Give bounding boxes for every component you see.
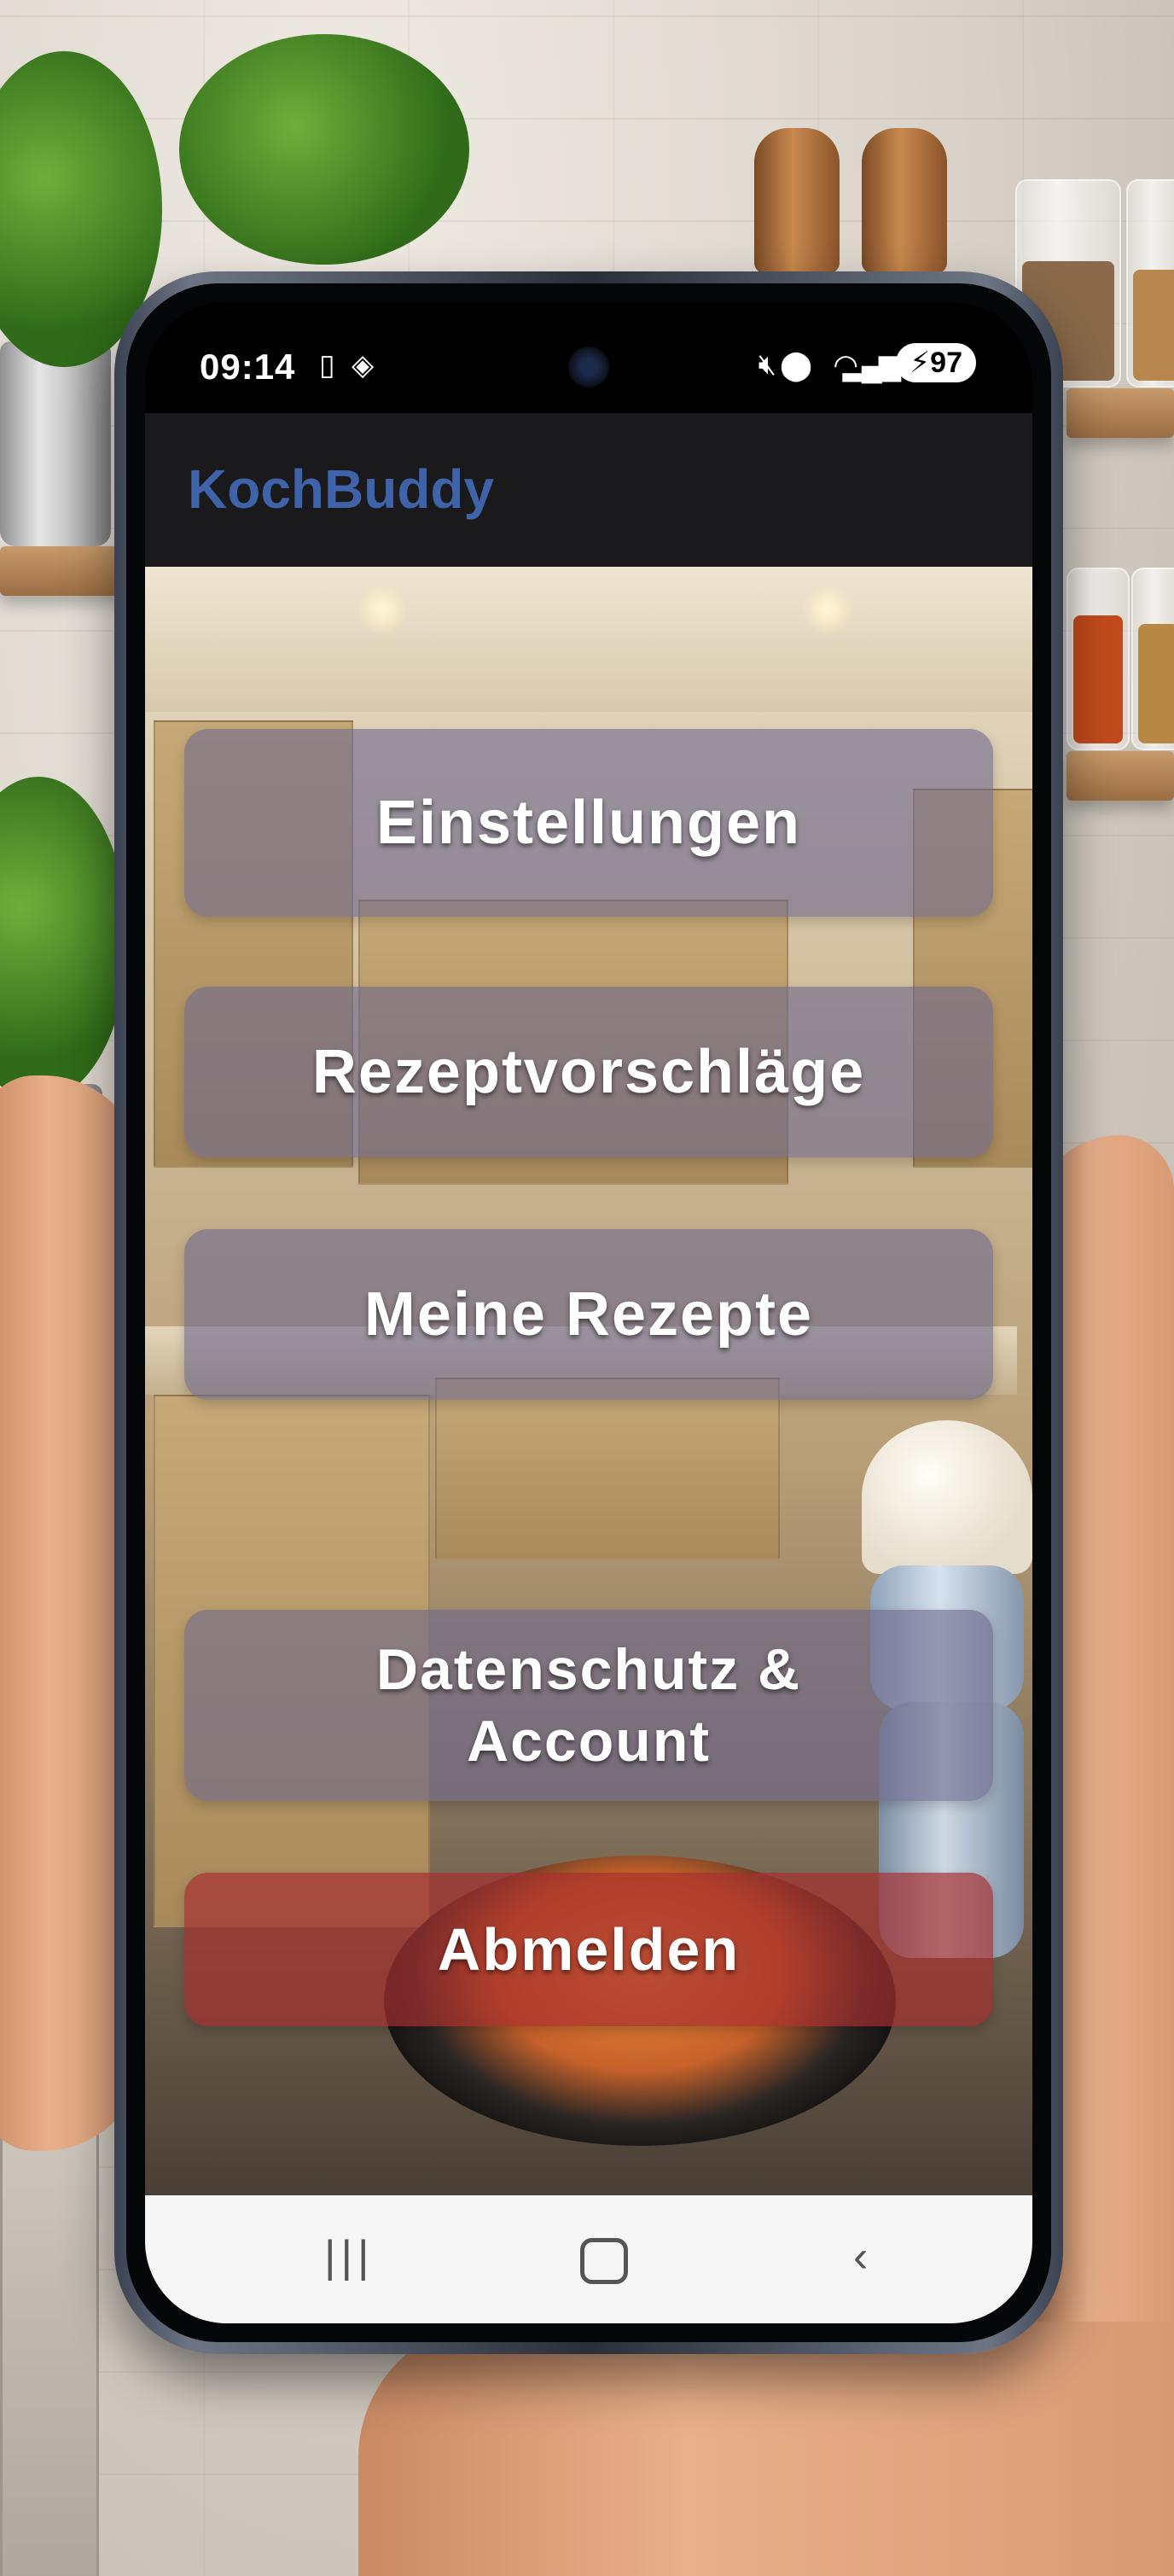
logout-button-label: Abmelden [437, 1916, 741, 1983]
pepper-mill [754, 128, 840, 273]
ceiling-light [357, 584, 408, 635]
recent-apps-icon[interactable]: ||| [324, 2231, 375, 2282]
logout-button[interactable]: Abmelden [184, 1873, 993, 2026]
spice-jar [1131, 568, 1174, 750]
spice-jar [1126, 179, 1174, 388]
mute-icon: 🔇︎ [758, 348, 776, 381]
nfc-icon: ◈ [352, 349, 375, 382]
privacy-account-button-label-line2: Account [467, 1709, 711, 1774]
pepper-mill [862, 128, 947, 273]
back-icon[interactable]: ‹ [853, 2231, 868, 2282]
status-bar: 09:14 ▯ ◈ 🔇︎ ⬤ ◠ ▂▄▆ ⚡97 [145, 302, 1032, 413]
front-camera [568, 347, 609, 388]
signal-icon: ▂▄▆ [842, 349, 901, 382]
ceiling-light [802, 584, 853, 635]
battery-indicator: ⚡97 [896, 343, 976, 382]
lower-cabinet [435, 1378, 780, 1560]
hand [358, 2322, 1174, 2576]
kitchen-cabinet [0, 2117, 99, 2576]
robot-chef-hat [862, 1420, 1032, 1574]
app-title: KochBuddy [188, 458, 495, 520]
settings-button[interactable]: Einstellungen [184, 729, 993, 917]
privacy-account-button-label-line1: Datenschutz & [375, 1637, 802, 1702]
phone-frame: 09:14 ▯ ◈ 🔇︎ ⬤ ◠ ▂▄▆ ⚡97 KochBuddy Einst… [114, 271, 1063, 2354]
privacy-account-button[interactable]: Datenschutz & Account [184, 1610, 993, 1801]
app-bar: KochBuddy [145, 413, 1032, 567]
wall-shelf [1066, 388, 1174, 438]
plant [179, 34, 469, 265]
phone-bezel: 09:14 ▯ ◈ 🔇︎ ⬤ ◠ ▂▄▆ ⚡97 KochBuddy Einst… [126, 283, 1051, 2342]
wall-shelf [0, 546, 128, 596]
status-time: 09:14 [200, 347, 296, 387]
screen-cast-icon: ▯ [319, 349, 335, 382]
phone-screen: 09:14 ▯ ◈ 🔇︎ ⬤ ◠ ▂▄▆ ⚡97 KochBuddy Einst… [145, 302, 1032, 2323]
recipe-suggestions-button[interactable]: Rezeptvorschläge [184, 987, 993, 1157]
system-navigation-bar: ||| ‹ [145, 2195, 1032, 2323]
spice-jar [1066, 568, 1130, 750]
my-recipes-button[interactable]: Meine Rezepte [184, 1229, 993, 1400]
ceiling [145, 567, 1032, 712]
settings-button-label: Einstellungen [375, 789, 802, 857]
home-icon[interactable] [580, 2238, 628, 2284]
recipe-suggestions-button-label: Rezeptvorschläge [311, 1038, 866, 1106]
my-recipes-button-label: Meine Rezepte [363, 1280, 814, 1349]
location-icon: ⬤ [779, 349, 812, 382]
plant-pot [0, 341, 111, 546]
battery-level: 97 [930, 347, 962, 379]
wall-shelf [1066, 751, 1174, 801]
menu-content: Einstellungen Rezeptvorschläge Meine Rez… [145, 567, 1032, 2195]
